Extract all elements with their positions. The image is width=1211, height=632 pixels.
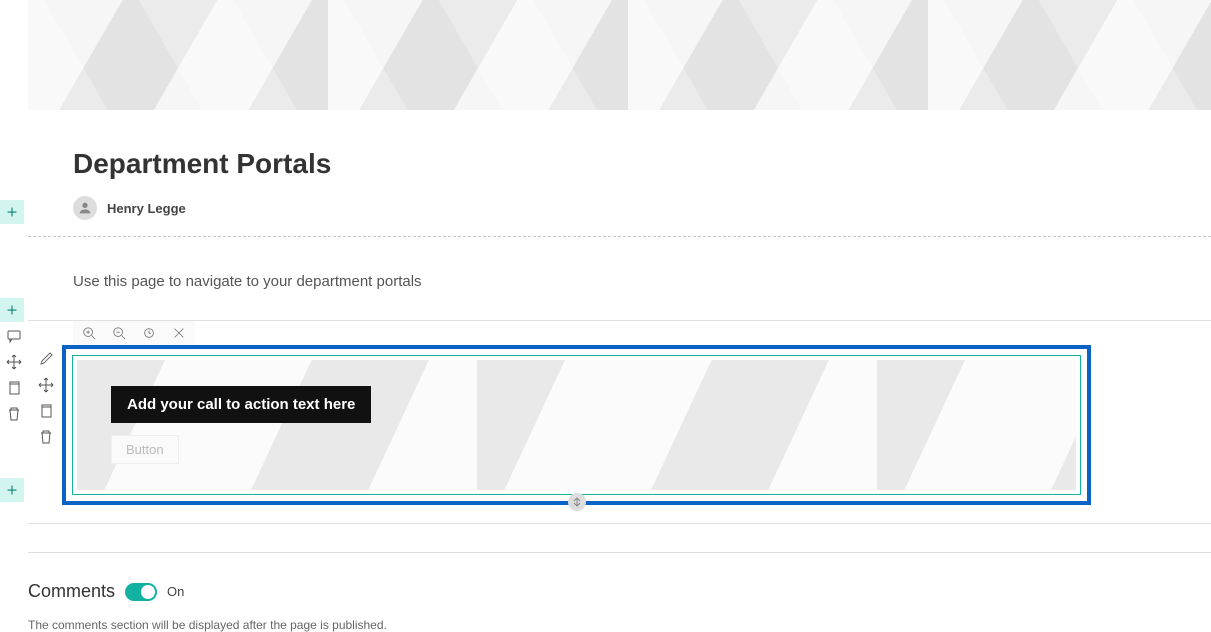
cta-webpart-selected[interactable]: Add your call to action text here Button xyxy=(62,345,1091,505)
comments-toggle[interactable] xyxy=(125,583,157,601)
author-name: Henry Legge xyxy=(107,201,186,216)
divider xyxy=(28,236,1211,237)
add-section-button[interactable] xyxy=(0,478,24,502)
hero-banner xyxy=(28,0,1211,110)
page-description[interactable]: Use this page to navigate to your depart… xyxy=(73,273,1166,290)
cta-hero: Add your call to action text here Button xyxy=(77,360,1076,490)
cta-text[interactable]: Add your call to action text here xyxy=(111,386,371,423)
add-section-button[interactable] xyxy=(0,298,24,322)
zoom-out-icon[interactable] xyxy=(111,325,127,341)
drag-handle-icon[interactable] xyxy=(568,493,586,511)
image-toolbar xyxy=(73,321,195,345)
comments-label: Comments xyxy=(28,581,115,602)
delete-icon[interactable] xyxy=(36,427,56,447)
close-icon[interactable] xyxy=(171,325,187,341)
comments-toggle-state: On xyxy=(167,584,184,599)
page-title[interactable]: Department Portals xyxy=(73,148,1111,180)
author-avatar xyxy=(73,196,97,220)
move-icon[interactable] xyxy=(4,352,24,372)
cta-button[interactable]: Button xyxy=(111,435,179,464)
copy-icon[interactable] xyxy=(36,401,56,421)
move-icon[interactable] xyxy=(36,375,56,395)
comments-note: The comments section will be displayed a… xyxy=(28,618,1211,632)
add-section-button[interactable] xyxy=(0,200,24,224)
zoom-in-icon[interactable] xyxy=(81,325,97,341)
delete-icon[interactable] xyxy=(4,404,24,424)
copy-icon[interactable] xyxy=(4,378,24,398)
edit-icon[interactable] xyxy=(36,349,56,369)
reset-icon[interactable] xyxy=(141,325,157,341)
comment-icon[interactable] xyxy=(4,326,24,346)
